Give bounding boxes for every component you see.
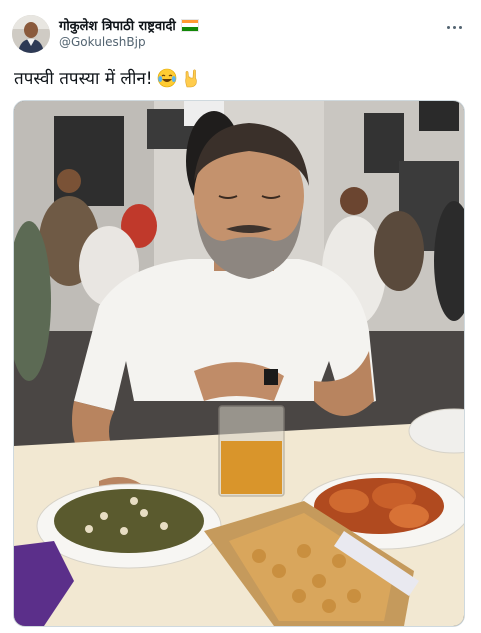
tweet-photo[interactable] — [13, 100, 465, 627]
tweet-text-row: तपस्वी तपस्या में लीन! — [14, 66, 201, 89]
author-name-row: गोकुलेश त्रिपाठी राष्ट्रवादी — [59, 15, 199, 35]
author-handle[interactable]: @GokuleshBjp — [59, 35, 146, 49]
tweet-text: तपस्वी तपस्या में लीन! — [14, 69, 153, 89]
rock-on-hand-emoji — [184, 68, 197, 87]
tweet-card: गोकुलेश त्रिपाठी राष्ट्रवादी @GokuleshBj… — [0, 0, 481, 633]
author-display-name[interactable]: गोकुलेश त्रिपाठी राष्ट्रवादी — [59, 16, 176, 34]
avatar[interactable] — [12, 15, 50, 53]
restaurant-photo — [14, 101, 464, 626]
india-flag-icon — [180, 18, 199, 32]
tears-of-joy-emoji — [157, 68, 176, 87]
more-options-icon[interactable] — [445, 18, 463, 36]
